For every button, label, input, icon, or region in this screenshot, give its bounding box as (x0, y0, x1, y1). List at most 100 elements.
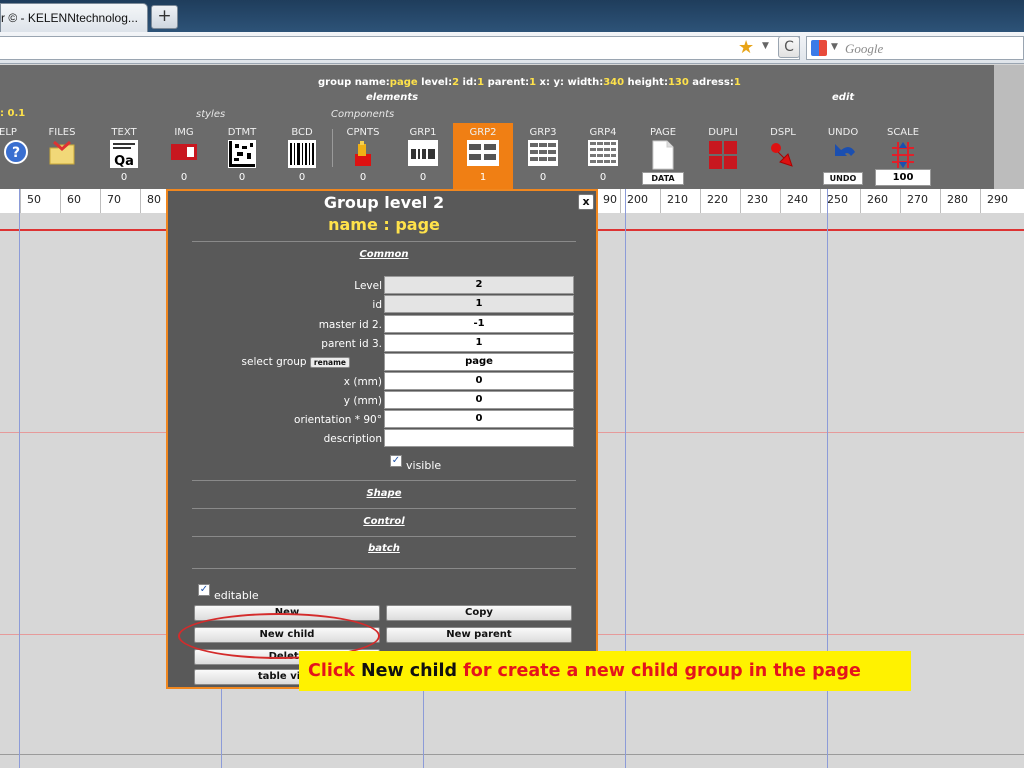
page-label: PAGE (649, 127, 677, 138)
x-label: x (mm) (343, 376, 382, 388)
info-parent-label: parent: (484, 77, 530, 88)
ruler-tick: 230 (740, 189, 768, 213)
components-button[interactable]: CPNTS 0 (333, 123, 393, 189)
editable-checkbox[interactable]: ✓ (198, 584, 210, 596)
new-parent-button[interactable]: New parent (386, 627, 572, 643)
bookmark-star-icon[interactable]: ★ (738, 37, 754, 58)
page-icon (652, 140, 674, 170)
visible-checkbox[interactable]: ✓ (390, 455, 402, 467)
section-elements: elements (366, 92, 419, 103)
browser-tab-bar: r © - KELENNtechnolog... + (0, 0, 1024, 32)
group4-button[interactable]: GRP4 0 (573, 123, 633, 189)
y-label: y (mm) (343, 395, 382, 407)
text-button[interactable]: TEXT Qa 0 (94, 123, 154, 189)
visible-label: visible (406, 459, 442, 472)
bcd-count: 0 (298, 172, 306, 183)
select-group-field[interactable]: page (384, 353, 574, 371)
undo-icon (835, 144, 855, 156)
y-field[interactable]: 0 (384, 391, 574, 409)
page-data-button[interactable]: DATA (642, 172, 684, 185)
help-icon: ? (4, 140, 28, 164)
search-input[interactable]: ▼ Google (806, 36, 1024, 60)
id-label: id (372, 299, 382, 311)
group1-icon (408, 140, 438, 166)
group2-icon (467, 140, 499, 166)
orientation-field[interactable]: 0 (384, 410, 574, 428)
dialog-subtitle: name : page (328, 215, 440, 234)
group3-icon (528, 140, 558, 166)
scale-input[interactable] (875, 169, 931, 186)
section-shape[interactable]: Shape (168, 488, 600, 499)
callout-part1: Click (308, 661, 361, 681)
components-icon (355, 141, 371, 166)
reload-button[interactable]: C (778, 36, 800, 58)
info-height-label: height: (624, 77, 668, 88)
guide-line (19, 189, 20, 768)
section-batch[interactable]: batch (168, 543, 600, 554)
url-bar[interactable] (0, 36, 800, 60)
barcode-button[interactable]: BCD 0 (272, 123, 332, 189)
bookmark-dropdown-icon[interactable]: ▼ (762, 41, 769, 51)
id-field: 1 (384, 295, 574, 313)
dtmt-label: DTMT (227, 127, 257, 138)
new-tab-button[interactable]: + (151, 5, 178, 29)
x-field[interactable]: 0 (384, 372, 574, 390)
cpnts-count: 0 (359, 172, 367, 183)
page-button[interactable]: PAGE DATA (633, 123, 693, 189)
section-common[interactable]: Common (168, 249, 600, 260)
select-group-label: select group rename (168, 356, 350, 368)
ruler-tick: 290 (980, 189, 1008, 213)
grp4-label: GRP4 (589, 127, 617, 138)
divider (192, 508, 576, 509)
rename-button[interactable]: rename (309, 356, 350, 368)
section-edit: edit (832, 92, 855, 103)
cpnts-label: CPNTS (346, 127, 380, 138)
duplicate-button[interactable]: DUPLI (693, 123, 753, 189)
label-components: Components (331, 109, 395, 120)
undo-small-button-wrap: UNDO (813, 172, 873, 185)
ruler-tick: 220 (700, 189, 728, 213)
datamatrix-button[interactable]: DTMT 0 (212, 123, 272, 189)
undo-label: UNDO (827, 127, 859, 138)
browser-tab[interactable]: r © - KELENNtechnolog... (0, 3, 148, 32)
grp4-count: 0 (599, 172, 607, 183)
undo-small-button[interactable]: UNDO (822, 172, 864, 185)
group2-button[interactable]: GRP2 1 (453, 123, 513, 189)
ruler-tick: 240 (780, 189, 808, 213)
section-control[interactable]: Control (168, 516, 600, 527)
group1-button[interactable]: GRP1 0 (393, 123, 453, 189)
duplicate-icon (709, 141, 737, 169)
grp1-label: GRP1 (409, 127, 437, 138)
close-button[interactable]: x (578, 194, 594, 210)
text-count: 0 (120, 172, 128, 183)
info-xy-label: x: y: width: (536, 77, 604, 88)
tab-title: r © - KELENNtechnolog... (1, 11, 138, 25)
search-placeholder: Google (845, 41, 884, 56)
info-level-label: level: (417, 77, 453, 88)
browser-nav-bar: ★ ▼ C ▼ Google (0, 32, 1024, 64)
scale-button[interactable]: SCALE (873, 123, 933, 189)
master-id-field[interactable]: -1 (384, 315, 574, 333)
info-group-name: page (389, 77, 418, 88)
description-field[interactable] (384, 429, 574, 447)
files-label: FILES (48, 127, 76, 138)
files-button[interactable]: FILES (32, 123, 92, 189)
parent-id-field[interactable]: 1 (384, 334, 574, 352)
img-count: 0 (180, 172, 188, 183)
grp3-count: 0 (539, 172, 547, 183)
undo-button[interactable]: UNDO UNDO (813, 123, 873, 189)
search-engine-dropdown-icon[interactable]: ▼ (831, 42, 838, 52)
copy-button[interactable]: Copy (386, 605, 572, 621)
dtmt-count: 0 (238, 172, 246, 183)
displace-button[interactable]: DSPL (753, 123, 813, 189)
zoom-readout: : 0.1 (0, 108, 26, 119)
group3-button[interactable]: GRP3 0 (513, 123, 573, 189)
info-adress-label: adress: (688, 77, 734, 88)
ruler-tick: 70 (100, 189, 121, 213)
select-group-text: select group (241, 356, 307, 368)
img-label: IMG (174, 127, 194, 138)
img-button[interactable]: IMG 0 (154, 123, 214, 189)
google-icon[interactable] (811, 40, 827, 56)
group-info-line: group name:page level:2 id:1 parent:1 x:… (318, 77, 741, 88)
divider (192, 568, 576, 569)
